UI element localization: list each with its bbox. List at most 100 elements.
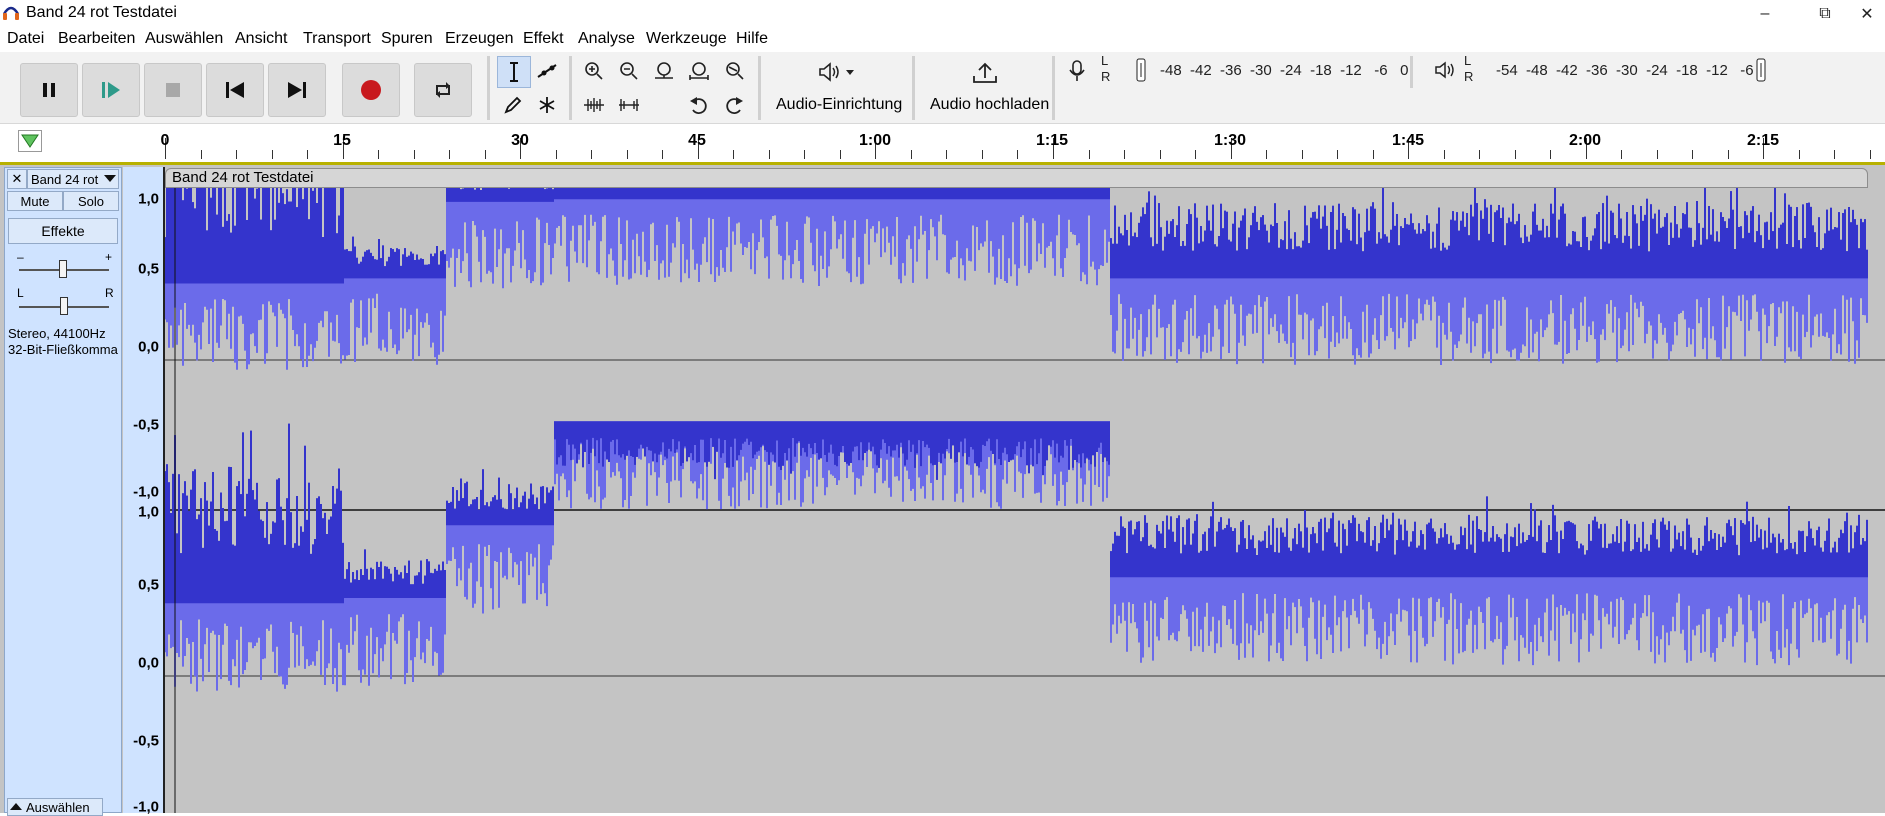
pan-slider[interactable]	[19, 297, 109, 315]
stop-button[interactable]	[144, 63, 202, 117]
ruler-label: 1:00	[858, 132, 892, 149]
track-select-button[interactable]: Auswählen	[7, 798, 103, 816]
clip-name: Band 24 rot Testdatei	[172, 169, 314, 186]
vertical-ruler[interactable]: 1,0 0,5 0,0 -0,5 -1,0 1,0 0,5 0,0 -0,5 -…	[123, 167, 165, 816]
menu-effekt[interactable]: Effekt	[523, 30, 564, 48]
redo-button[interactable]	[718, 90, 750, 120]
recording-meter[interactable]: -48 -42 -36 -30 -24 -18 -12 -6 0	[1112, 58, 1408, 82]
pan-r-label: R	[105, 286, 114, 300]
timeline-ruler[interactable]: 0 15 30 45 1:00 1:15 1:30 1:45 2:00 2:15	[0, 124, 1885, 165]
multi-tool[interactable]	[531, 90, 563, 120]
skip-to-end-button[interactable]	[268, 63, 326, 117]
i-beam-icon	[510, 62, 518, 82]
ruler-tick	[484, 150, 486, 159]
ruler-tick	[626, 150, 628, 159]
undo-button[interactable]	[683, 90, 715, 120]
close-button[interactable]: ✕	[1849, 0, 1885, 27]
speaker-icon	[819, 62, 854, 82]
minimize-button[interactable]: –	[1742, 0, 1788, 27]
ruler-tick	[236, 150, 238, 159]
gain-slider[interactable]	[19, 260, 109, 278]
timeline-options-button[interactable]	[18, 130, 42, 157]
menu-transport[interactable]: Transport	[303, 30, 371, 48]
pause-icon	[43, 83, 55, 97]
ruler-tick	[1798, 150, 1800, 159]
skip-to-start-button[interactable]	[206, 63, 264, 117]
waveform-display[interactable]	[165, 188, 1885, 813]
window-title: Band 24 rot Testdatei	[26, 4, 177, 21]
zoom-toggle-button[interactable]	[718, 56, 750, 86]
vruler-label: -0,5	[133, 416, 159, 434]
asterisk-icon	[539, 97, 555, 113]
draw-tool[interactable]	[497, 90, 529, 120]
upload-icon	[973, 62, 997, 83]
menu-werkzeuge[interactable]: Werkzeuge	[646, 30, 727, 48]
ruler-tick	[981, 150, 983, 159]
loop-button[interactable]	[414, 63, 472, 117]
play-button[interactable]	[82, 63, 140, 117]
pause-button[interactable]	[20, 63, 78, 117]
ruler-tick	[662, 150, 664, 159]
menu-erzeugen[interactable]: Erzeugen	[445, 30, 514, 48]
ruler-tick	[1372, 150, 1374, 159]
fit-project-button[interactable]	[683, 56, 715, 86]
zoom-out-button[interactable]	[613, 56, 645, 86]
trim-outside-button[interactable]	[578, 90, 610, 120]
ruler-label: 0	[160, 132, 170, 149]
menu-ansicht[interactable]: Ansicht	[235, 30, 287, 48]
menu-spuren[interactable]: Spuren	[381, 30, 433, 48]
ruler-tick	[1195, 150, 1197, 159]
ruler-tick	[555, 150, 557, 159]
menu-datei[interactable]: Datei	[7, 30, 44, 48]
rec-meter-r: R	[1101, 69, 1111, 84]
menu-bearbeiten[interactable]: Bearbeiten	[58, 30, 135, 48]
zoom-in-button[interactable]	[578, 56, 610, 86]
play-meter-r: R	[1464, 69, 1474, 84]
ruler-label: 1:30	[1213, 132, 1247, 149]
separator	[569, 56, 572, 120]
selection-tool[interactable]	[497, 56, 531, 88]
record-button[interactable]	[342, 63, 400, 117]
vruler-label: 1,0	[138, 503, 159, 521]
play-icon	[102, 82, 120, 98]
audio-share-button[interactable]: Audio hochladen	[922, 54, 1050, 120]
audio-setup-button[interactable]: Audio-Einrichtung	[766, 54, 906, 120]
ruler-label: 2:15	[1746, 132, 1780, 149]
vruler-label: 0,5	[138, 576, 159, 594]
rec-meter-l: L	[1101, 53, 1109, 68]
menu-auswaehlen[interactable]: Auswählen	[145, 30, 223, 48]
track-control-panel: ✕ Band 24 rot Mute Solo Effekte – + L R …	[4, 167, 122, 816]
effects-button[interactable]: Effekte	[8, 218, 118, 244]
envelope-tool[interactable]	[531, 56, 563, 86]
ruler-tick	[1550, 150, 1552, 159]
menu-hilfe[interactable]: Hilfe	[736, 30, 768, 48]
silence-icon	[619, 99, 639, 111]
ruler-tick	[804, 150, 806, 159]
solo-button[interactable]: Solo	[63, 191, 119, 211]
silence-button[interactable]	[613, 90, 645, 120]
separator	[1052, 56, 1055, 120]
playback-meter[interactable]: -54 -48 -42 -36 -30 -24 -18 -12 -6	[1478, 58, 1778, 82]
ruler-tick	[1656, 150, 1658, 159]
record-icon	[361, 80, 381, 100]
vruler-label: -1,0	[133, 483, 159, 501]
ruler-tick	[1869, 150, 1871, 159]
playback-speaker-icon[interactable]	[1434, 61, 1458, 84]
ruler-tick	[1088, 150, 1090, 159]
mic-icon[interactable]	[1068, 60, 1086, 87]
track-menu-button[interactable]: Band 24 rot	[27, 169, 119, 189]
ruler-tick	[768, 150, 770, 159]
mute-button[interactable]: Mute	[7, 191, 63, 211]
fit-selection-button[interactable]	[648, 56, 680, 86]
pan-l-label: L	[17, 286, 24, 300]
zoom-out-icon	[620, 62, 638, 80]
zoom-fit-icon	[689, 62, 709, 80]
zoom-in-icon	[585, 62, 603, 80]
ruler-label: 1:45	[1391, 132, 1425, 149]
track-close-button[interactable]: ✕	[7, 169, 27, 189]
restore-button[interactable]: ⧉	[1802, 0, 1848, 27]
skip-end-icon	[288, 82, 306, 98]
ruler-tick	[1159, 150, 1161, 159]
clip-header[interactable]: Band 24 rot Testdatei	[165, 168, 1868, 188]
menu-analyse[interactable]: Analyse	[578, 30, 635, 48]
